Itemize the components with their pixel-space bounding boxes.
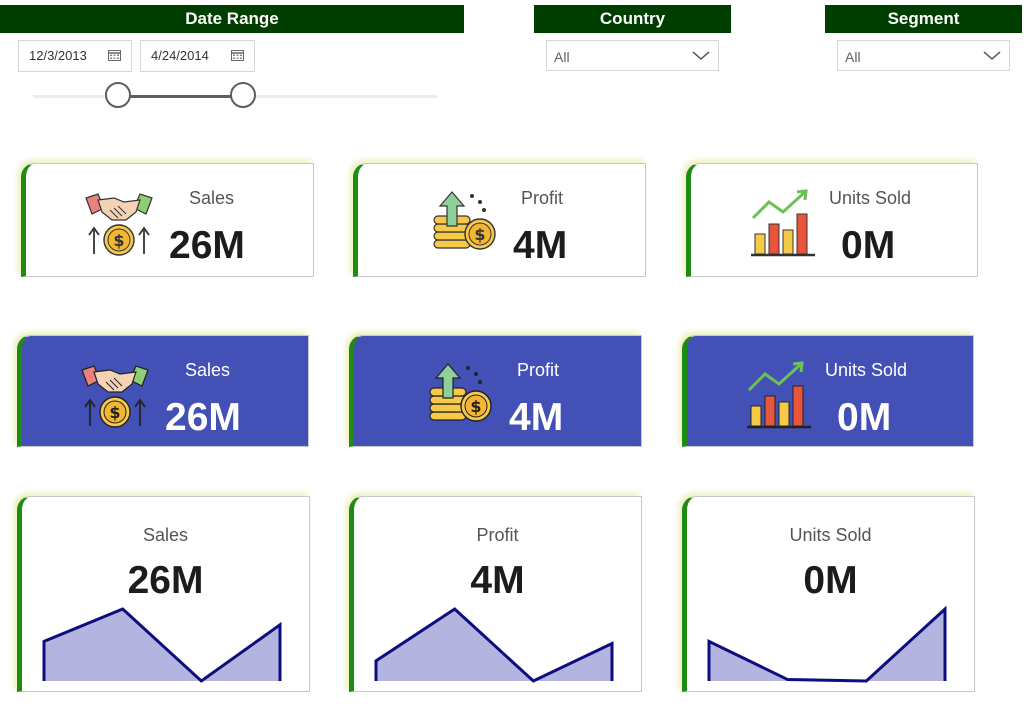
card-title: Profit: [521, 188, 564, 208]
sales-card[interactable]: $ Sales 26M: [17, 335, 309, 447]
coin-stack-arrow-icon: $: [433, 191, 496, 250]
country-header: Country: [534, 5, 731, 33]
card-title: Sales: [189, 188, 235, 208]
date-range-header: Date Range: [0, 5, 464, 33]
date-slider-range: [117, 95, 244, 98]
chevron-down-icon: [983, 51, 1001, 60]
handshake-coin-icon: $: [85, 193, 153, 256]
calendar-icon[interactable]: [108, 49, 121, 61]
handshake-coin-icon: $: [81, 365, 149, 428]
card-value: 0M: [837, 396, 892, 439]
card-value: 4M: [513, 224, 568, 267]
segment-selected-value: All: [845, 49, 861, 65]
card-title: Units Sold: [825, 360, 908, 380]
profit-sparkline: [374, 607, 614, 683]
card-title: Profit: [476, 525, 519, 545]
card-value: 4M: [509, 396, 564, 439]
card-title: Sales: [185, 360, 231, 380]
bar-chart-growth-icon: [751, 189, 815, 257]
sales-card[interactable]: $ Sales 26M: [21, 163, 314, 277]
end-date-input[interactable]: 4/24/2014: [140, 40, 255, 72]
card-value: 26M: [127, 559, 204, 602]
svg-text:$: $: [474, 225, 485, 244]
card-value: 0M: [803, 559, 858, 602]
profit-card[interactable]: $ Profit 4M: [353, 163, 646, 277]
coin-stack-arrow-icon: $: [429, 363, 492, 422]
date-slider-end-handle[interactable]: [230, 82, 257, 108]
country-selected-value: All: [554, 49, 570, 65]
profit-card[interactable]: $ Profit 4M: [349, 335, 642, 447]
chevron-down-icon: [692, 51, 710, 60]
sales-sparkline: [42, 607, 282, 683]
start-date-value: 12/3/2013: [29, 48, 87, 63]
svg-text:$: $: [113, 231, 124, 250]
card-title: Units Sold: [789, 525, 872, 545]
card-value: 26M: [169, 224, 245, 267]
svg-text:$: $: [470, 397, 481, 416]
svg-text:$: $: [109, 403, 120, 422]
segment-header: Segment: [825, 5, 1022, 33]
profit-sparkline-card[interactable]: Profit 4M: [349, 496, 642, 692]
calendar-icon[interactable]: [231, 49, 244, 61]
end-date-value: 4/24/2014: [151, 48, 209, 63]
card-title: Profit: [517, 360, 560, 380]
sales-sparkline-card[interactable]: Sales 26M: [17, 496, 310, 692]
card-title: Units Sold: [829, 188, 912, 208]
country-dropdown[interactable]: All: [546, 40, 719, 71]
sparkline-area: [709, 609, 945, 681]
bar-chart-growth-icon: [747, 361, 811, 429]
units-sold-sparkline: [707, 605, 947, 683]
card-value: 4M: [470, 559, 525, 602]
date-slider-start-handle[interactable]: [104, 82, 131, 108]
card-value: 26M: [165, 396, 241, 439]
start-date-input[interactable]: 12/3/2013: [18, 40, 132, 72]
units-sold-card[interactable]: Units Sold 0M: [682, 335, 974, 447]
card-title: Sales: [142, 525, 189, 545]
segment-dropdown[interactable]: All: [837, 40, 1010, 71]
units-sold-sparkline-card[interactable]: Units Sold 0M: [682, 496, 975, 692]
units-sold-card[interactable]: Units Sold 0M: [686, 163, 978, 277]
card-value: 0M: [841, 224, 896, 267]
